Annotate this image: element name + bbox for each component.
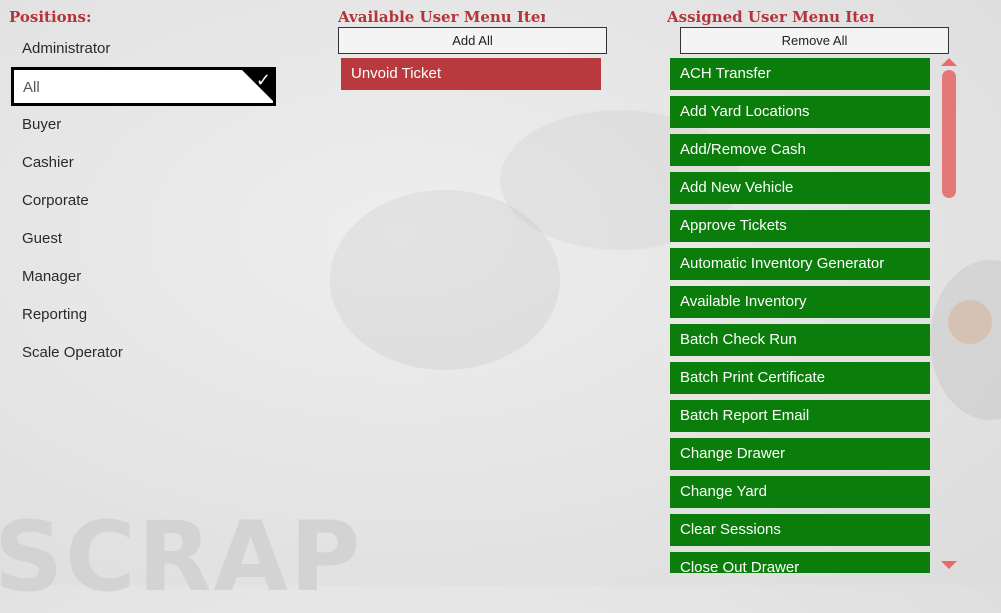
assigned-title: Assigned User Menu Items: — [667, 8, 874, 26]
scroll-up-arrow-icon[interactable] — [941, 58, 957, 66]
background-watermark: SCRAP — [0, 501, 363, 613]
assigned-item[interactable]: Batch Report Email — [670, 400, 930, 432]
position-item-administrator[interactable]: Administrator — [22, 40, 110, 57]
available-title: Available User Menu Items: — [338, 8, 545, 26]
assigned-item[interactable]: Clear Sessions — [670, 514, 930, 546]
add-all-button[interactable]: Add All — [338, 27, 607, 54]
remove-all-button[interactable]: Remove All — [680, 27, 949, 54]
checkmark-icon: ✓ — [255, 70, 271, 91]
assigned-item[interactable]: Approve Tickets — [670, 210, 930, 242]
assigned-item[interactable]: Add New Vehicle — [670, 172, 930, 204]
position-item-label: All — [23, 79, 40, 96]
assigned-item[interactable]: Batch Print Certificate — [670, 362, 930, 394]
background-shape — [330, 190, 560, 370]
scrollbar-thumb[interactable] — [942, 70, 956, 198]
background-shape — [930, 260, 1001, 420]
position-item-cashier[interactable]: Cashier — [22, 154, 74, 171]
position-item-guest[interactable]: Guest — [22, 230, 62, 247]
assigned-item[interactable]: Available Inventory — [670, 286, 930, 318]
assigned-item[interactable]: Change Yard — [670, 476, 930, 508]
assigned-item[interactable]: Add/Remove Cash — [670, 134, 930, 166]
assigned-item[interactable]: Automatic Inventory Generator — [670, 248, 930, 280]
assigned-item[interactable]: Batch Check Run — [670, 324, 930, 356]
position-item-corporate[interactable]: Corporate — [22, 192, 89, 209]
available-item[interactable]: Unvoid Ticket — [341, 58, 601, 90]
assigned-list-viewport[interactable]: ACH Transfer Add Yard Locations Add/Remo… — [670, 58, 930, 573]
assigned-item[interactable]: Change Drawer — [670, 438, 930, 470]
assigned-item[interactable]: Close Out Drawer — [670, 552, 930, 573]
position-item-manager[interactable]: Manager — [22, 268, 81, 285]
assigned-item[interactable]: ACH Transfer — [670, 58, 930, 90]
assigned-item[interactable]: Add Yard Locations — [670, 96, 930, 128]
position-item-all[interactable]: All ✓ — [11, 67, 276, 106]
position-item-scale-operator[interactable]: Scale Operator — [22, 344, 123, 361]
position-item-buyer[interactable]: Buyer — [22, 116, 61, 133]
background-shape — [948, 300, 992, 344]
position-item-reporting[interactable]: Reporting — [22, 306, 87, 323]
scroll-down-arrow-icon[interactable] — [941, 561, 957, 569]
positions-title: Positions: — [9, 8, 92, 26]
